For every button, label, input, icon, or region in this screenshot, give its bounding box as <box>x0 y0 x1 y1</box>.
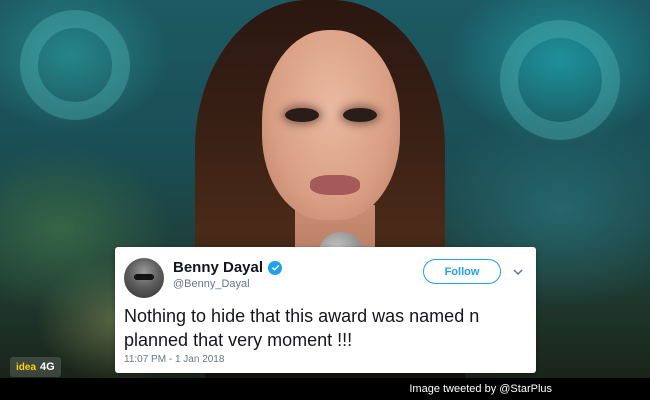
checkmark-icon <box>271 264 279 271</box>
broadcast-logo: idea 4G <box>10 357 61 377</box>
embedded-tweet-card: Benny Dayal @Benny_Dayal Follow Nothing … <box>115 247 536 373</box>
author-name-row: Benny Dayal <box>173 259 283 276</box>
follow-button[interactable]: Follow <box>423 259 501 284</box>
verified-badge-icon <box>268 260 283 275</box>
left-eye <box>285 108 319 122</box>
tweet-text: Nothing to hide that this award was name… <box>124 306 480 350</box>
author-handle[interactable]: @Benny_Dayal <box>173 278 250 290</box>
caption-strip: Image tweeted by @StarPlus <box>0 378 650 400</box>
tweet-timestamp[interactable]: 11:07 PM - 1 Jan 2018 <box>124 354 224 365</box>
right-eye <box>343 108 377 122</box>
broadcast-brand: idea <box>16 361 37 373</box>
chevron-down-icon[interactable] <box>511 265 525 279</box>
broadcast-network: 4G <box>40 361 55 373</box>
image-credit-caption: Image tweeted by @StarPlus <box>409 383 552 395</box>
stage-light-ring <box>500 20 620 140</box>
lips <box>310 175 360 195</box>
author-display-name[interactable]: Benny Dayal <box>173 259 263 276</box>
avatar[interactable] <box>124 258 164 298</box>
stage-light-ring <box>20 10 130 120</box>
